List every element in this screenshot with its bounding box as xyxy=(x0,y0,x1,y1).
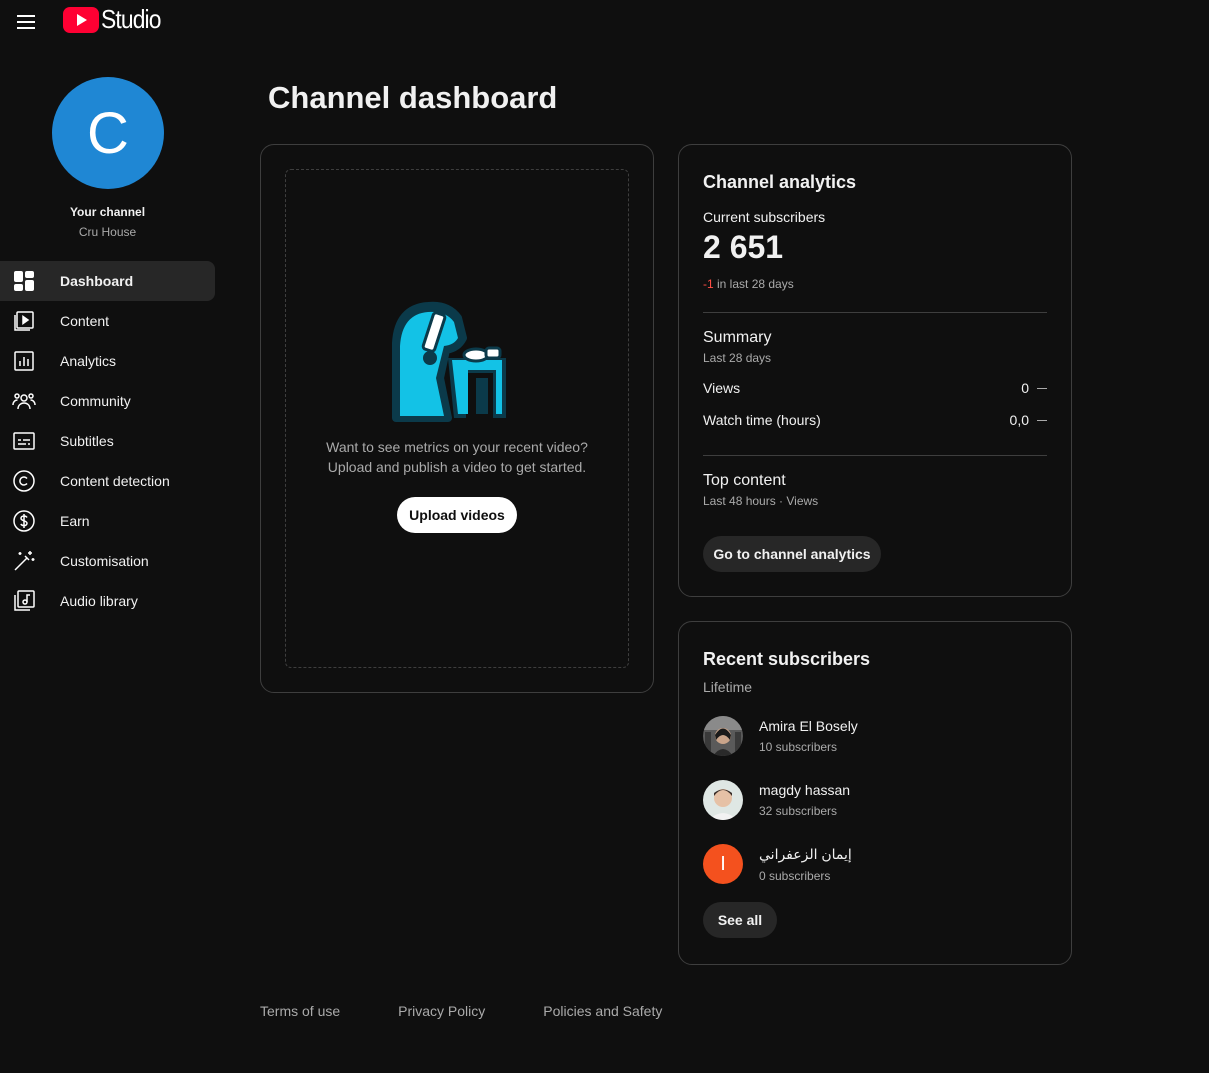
dollar-icon xyxy=(12,509,36,533)
sidebar-item-label: Subtitles xyxy=(60,433,114,449)
metric-value-wrap: 0,0 xyxy=(1010,412,1047,428)
divider xyxy=(703,312,1047,313)
content-icon xyxy=(12,309,36,333)
logo-text: Studio xyxy=(101,4,161,34)
divider xyxy=(703,455,1047,456)
metric-label: Watch time (hours) xyxy=(703,412,821,428)
sidebar-item-community[interactable]: Community xyxy=(0,381,215,421)
sidebar-item-content-detection[interactable]: Content detection xyxy=(0,461,215,501)
recent-subscribers-card: Recent subscribers Lifetime Amira El Bos… xyxy=(678,621,1072,965)
studio-logo[interactable]: Studio xyxy=(63,4,169,35)
sidebar-item-label: Content xyxy=(60,313,110,329)
terms-of-use-link[interactable]: Terms of use xyxy=(260,1003,340,1019)
subscriber-count: 2 651 xyxy=(703,229,784,265)
subscriber-count: 0 subscribers xyxy=(759,868,831,883)
dashboard-icon xyxy=(12,269,36,293)
subscriber-change-text: in last 28 days xyxy=(713,277,794,291)
avatar: I xyxy=(703,844,743,884)
sidebar-item-dashboard[interactable]: Dashboard xyxy=(0,261,215,301)
menu-icon[interactable] xyxy=(14,10,38,34)
metric-label: Views xyxy=(703,380,741,396)
video-promo-text: Want to see metrics on your recent video… xyxy=(261,437,653,477)
subscriber-name: Amira El Bosely xyxy=(759,718,858,734)
sidebar-item-analytics[interactable]: Analytics xyxy=(0,341,215,381)
sidebar-item-content[interactable]: Content xyxy=(0,301,215,341)
metric-row-views: Views 0 xyxy=(703,380,1047,396)
sidebar-item-earn[interactable]: Earn xyxy=(0,501,215,541)
metric-row-watch-time: Watch time (hours) 0,0 xyxy=(703,412,1047,428)
metric-value: 0 xyxy=(1021,380,1029,396)
magic-wand-icon xyxy=(12,549,36,573)
privacy-policy-link[interactable]: Privacy Policy xyxy=(398,1003,485,1019)
subscriber-item[interactable]: magdy hassan 32 subscribers xyxy=(703,780,850,820)
current-subscribers-label: Current subscribers xyxy=(703,209,826,225)
video-card: Want to see metrics on your recent video… xyxy=(260,144,654,693)
see-all-button[interactable]: See all xyxy=(703,902,777,938)
community-icon xyxy=(12,389,36,413)
subscriber-change-value: -1 xyxy=(703,277,714,291)
channel-analytics-card: Channel analytics Current subscribers 2 … xyxy=(678,144,1072,597)
avatar xyxy=(703,716,743,756)
footer: Terms of use Privacy Policy Policies and… xyxy=(260,1003,720,1019)
sidebar-item-label: Analytics xyxy=(60,353,117,369)
microscope-illustration-icon xyxy=(392,301,506,422)
avatar-letter: I xyxy=(720,852,726,875)
sidebar-item-label: Customisation xyxy=(60,553,149,569)
recent-subscribers-period: Lifetime xyxy=(703,679,753,695)
no-change-dash-icon xyxy=(1037,387,1047,389)
audio-library-icon xyxy=(12,589,36,613)
analytics-icon xyxy=(12,349,36,373)
no-change-dash-icon xyxy=(1037,419,1047,421)
copyright-icon xyxy=(12,469,36,493)
sidebar-item-subtitles[interactable]: Subtitles xyxy=(0,421,215,461)
metric-value-wrap: 0 xyxy=(1021,380,1047,396)
policies-and-safety-link[interactable]: Policies and Safety xyxy=(543,1003,662,1019)
subscriber-name: إيمان الزعفراني xyxy=(759,845,852,862)
upload-videos-button[interactable]: Upload videos xyxy=(397,497,517,533)
top-content-title: Top content xyxy=(703,472,786,489)
avatar xyxy=(703,780,743,820)
channel-name: Cru House xyxy=(78,225,137,239)
recent-subscribers-title: Recent subscribers xyxy=(703,649,871,669)
go-to-channel-analytics-button[interactable]: Go to channel analytics xyxy=(703,536,881,572)
your-channel-label: Your channel xyxy=(69,205,146,219)
subscriber-count: 10 subscribers xyxy=(759,740,838,754)
sidebar-item-label: Dashboard xyxy=(60,273,134,289)
sidebar-item-label: Audio library xyxy=(60,593,138,609)
sidebar-item-customisation[interactable]: Customisation xyxy=(0,541,215,581)
sidebar-item-label: Community xyxy=(60,393,131,409)
summary-title: Summary xyxy=(703,329,772,346)
sidebar-item-audio-library[interactable]: Audio library xyxy=(0,581,215,621)
channel-avatar[interactable]: C xyxy=(52,77,164,189)
page-title: Channel dashboard xyxy=(268,80,558,115)
sidebar-nav: Dashboard Content Analytics Community Su… xyxy=(0,261,215,621)
metric-value: 0,0 xyxy=(1009,412,1029,428)
summary-subtitle: Last 28 days xyxy=(703,351,772,365)
promo-line-1: Want to see metrics on your recent video… xyxy=(326,439,588,455)
youtube-logo-icon xyxy=(63,6,99,33)
sidebar-item-label: Content detection xyxy=(60,473,170,489)
subtitles-icon xyxy=(12,429,36,453)
top-content-subtitle: Last 48 hours · Views xyxy=(703,494,819,508)
subscriber-count: 32 subscribers xyxy=(759,804,838,818)
promo-line-2: Upload and publish a video to get starte… xyxy=(327,459,587,475)
subscriber-name: magdy hassan xyxy=(759,782,851,798)
subscriber-item[interactable]: Amira El Bosely 10 subscribers xyxy=(703,716,858,756)
sidebar-item-label: Earn xyxy=(60,513,90,529)
subscriber-change: -1 in last 28 days xyxy=(703,277,794,291)
analytics-card-title: Channel analytics xyxy=(703,172,857,192)
subscriber-item[interactable]: I إيمان الزعفراني 0 subscribers xyxy=(703,844,852,884)
